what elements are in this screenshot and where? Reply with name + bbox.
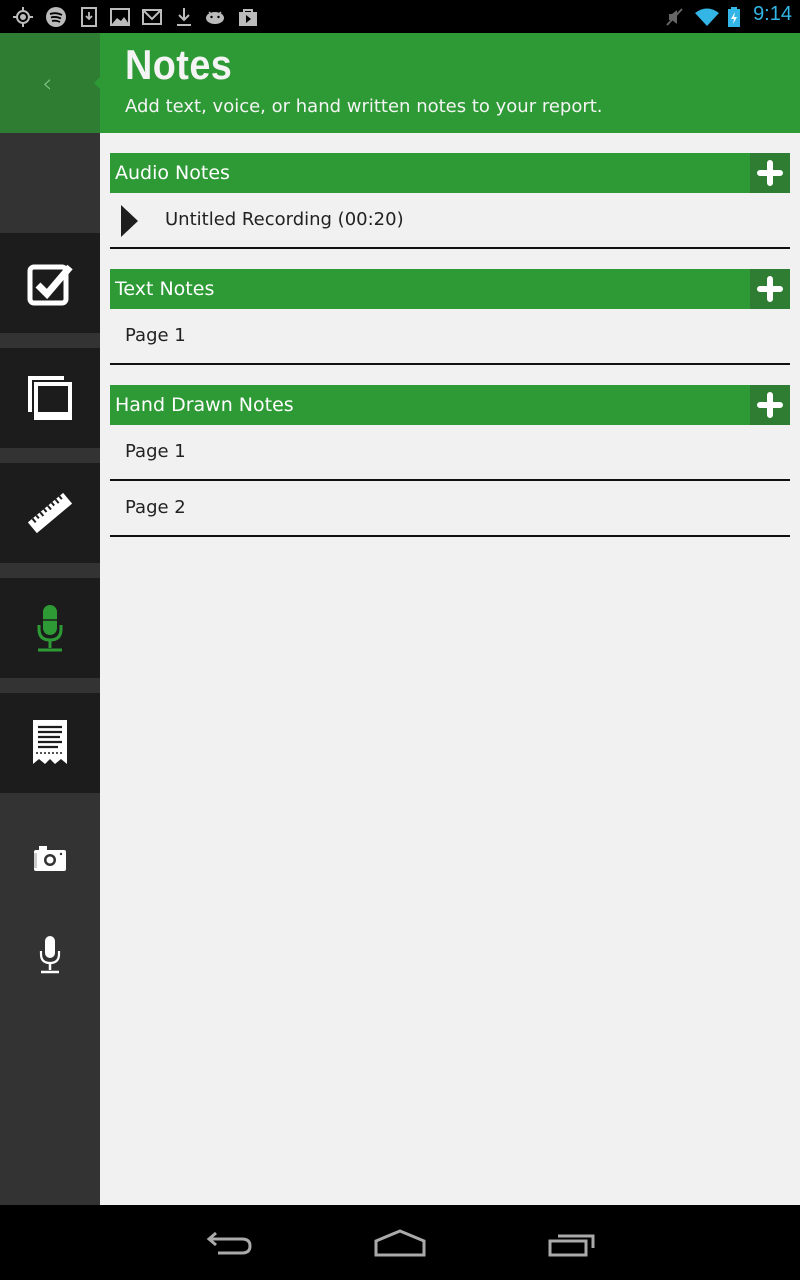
back-chevron-icon: ‹ (42, 69, 53, 99)
play-store-icon (239, 9, 257, 26)
sidebar-item-photos[interactable] (0, 348, 100, 448)
spotify-icon (46, 7, 66, 27)
wifi-icon (695, 8, 719, 26)
ruler-icon (27, 492, 73, 534)
clock: 9:14 (753, 3, 792, 25)
quick-record-button[interactable] (0, 925, 100, 985)
notes-content: Audio Notes Untitled Recording (00:20) T… (100, 133, 800, 1205)
sidebar-item-notes[interactable] (0, 578, 100, 678)
list-item[interactable]: Page 1 (110, 425, 790, 481)
add-audio-note-button[interactable] (750, 153, 790, 193)
sidebar-item-measurements[interactable] (0, 463, 100, 563)
list-item[interactable]: Page 1 (110, 309, 790, 365)
download-icon (177, 8, 191, 26)
section-title: Audio Notes (115, 162, 230, 184)
navigation-bar (0, 1205, 800, 1280)
section-text-notes: Text Notes (110, 269, 790, 309)
page-label: Page 1 (125, 441, 186, 462)
camera-icon (34, 846, 66, 871)
receipt-icon (33, 720, 67, 764)
android-icon (206, 11, 224, 24)
list-item[interactable]: Untitled Recording (00:20) (110, 193, 790, 249)
page-label: Page 2 (125, 497, 186, 518)
plus-icon (757, 276, 783, 302)
gallery-icon (110, 8, 130, 26)
section-title: Hand Drawn Notes (115, 394, 294, 416)
gps-icon (13, 7, 33, 27)
plus-icon (757, 160, 783, 186)
play-icon[interactable] (121, 205, 138, 237)
sidebar-item-checklist[interactable] (0, 233, 100, 333)
microphone-icon (39, 936, 61, 974)
add-drawing-note-button[interactable] (750, 385, 790, 425)
recording-label: Untitled Recording (00:20) (165, 209, 404, 230)
section-title: Text Notes (115, 278, 215, 300)
mute-icon (666, 8, 683, 26)
section-hand-drawn-notes: Hand Drawn Notes (110, 385, 790, 425)
sidebar: ‹ (0, 33, 100, 1205)
back-icon[interactable] (200, 1227, 260, 1261)
add-text-note-button[interactable] (750, 269, 790, 309)
page-header: Notes Add text, voice, or hand written n… (100, 33, 800, 133)
recent-apps-icon[interactable] (542, 1227, 602, 1261)
microphone-icon (37, 605, 63, 652)
page-title: Notes (125, 41, 233, 88)
sidebar-item-receipts[interactable] (0, 693, 100, 793)
gmail-icon (142, 9, 162, 25)
sd-download-icon (81, 7, 97, 27)
page-subtitle: Add text, voice, or hand written notes t… (125, 96, 603, 117)
photos-stack-icon (28, 376, 72, 420)
home-icon[interactable] (370, 1227, 430, 1261)
back-button[interactable]: ‹ (0, 33, 100, 133)
section-audio-notes: Audio Notes (110, 153, 790, 193)
page-label: Page 1 (125, 325, 186, 346)
checkbox-icon (27, 264, 73, 306)
quick-camera-button[interactable] (0, 828, 100, 888)
battery-charging-icon (728, 7, 740, 27)
plus-icon (757, 392, 783, 418)
status-bar: 9:14 (0, 0, 800, 33)
list-item[interactable]: Page 2 (110, 481, 790, 537)
